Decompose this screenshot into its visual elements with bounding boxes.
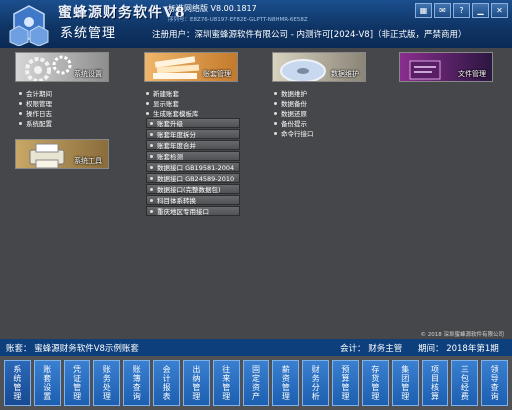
disc-icon [280, 59, 326, 81]
bullet-icon [150, 198, 153, 202]
menu-item[interactable]: 权限管理 [19, 98, 52, 108]
bullet-icon [19, 91, 22, 95]
bullet-icon [19, 121, 22, 125]
menu-item[interactable]: 账套年度拆分 [146, 129, 240, 139]
bullet-icon [150, 209, 153, 213]
nav-inventory-management[interactable]: 存货管理 [361, 360, 389, 406]
menu-item[interactable]: 数据接口 GB19581-2004 [146, 162, 240, 172]
nav-receivables-management[interactable]: 往来管理 [212, 360, 240, 406]
module-card-data-maintenance[interactable]: 数据维护 [272, 52, 366, 82]
nav-budget-management[interactable]: 预算管理 [332, 360, 359, 406]
period-status: 期间： 2018年第1期 [418, 344, 499, 354]
bullet-icon [146, 111, 149, 115]
menu-item[interactable]: 数据备份 [274, 98, 314, 108]
bullet-icon [19, 101, 22, 105]
module-card-system-tools[interactable]: 系统工具 [15, 139, 109, 169]
menu-item[interactable]: 数据接口 GB24589-2010 [146, 173, 240, 183]
bullet-icon [150, 143, 153, 147]
menu-item[interactable]: 会计期间 [19, 88, 52, 98]
nav-voucher-management[interactable]: 凭证管理 [63, 360, 91, 406]
bullet-icon [19, 111, 22, 115]
header: 蜜蜂源财务软件V8 系统管理 标准网络版 V8.00.1817 序列号：E8Z7… [0, 0, 512, 48]
menu-item[interactable]: 生成账套模板库 [146, 108, 240, 118]
nav-group-management[interactable]: 集团管理 [391, 360, 419, 406]
nav-system-management[interactable]: 系统管理 [4, 360, 31, 406]
menu-item[interactable]: 账套年度合并 [146, 140, 240, 150]
serial-number: 序列号：E8Z76-U8197-EF82E-GLPTT-N8HMR-6E58Z [168, 17, 308, 23]
menu-item[interactable]: 账套检测 [146, 151, 240, 161]
bullet-icon [274, 111, 277, 115]
bullet-icon [150, 132, 153, 136]
menu-item[interactable]: 命令行接口 [274, 128, 314, 138]
accountant-status: 会计： 财务主管 [340, 344, 403, 354]
bullet-icon [274, 131, 277, 135]
copyright-text: © 2018 深圳蜜蜂源软件有限公司 [420, 332, 505, 338]
nav-accounting-processing[interactable]: 账务处理 [93, 360, 121, 406]
menu-item[interactable]: 数据接口(完整数据包) [146, 184, 240, 194]
window-controls: ▦ ✉ ? ▁ ✕ [415, 3, 508, 18]
nav-account-setup[interactable]: 账套设置 [33, 360, 61, 406]
menu-item[interactable]: 操作日志 [19, 108, 52, 118]
bullet-icon [274, 91, 277, 95]
module-label: 文件管理 [458, 70, 486, 78]
module-label: 数据维护 [331, 70, 359, 78]
nav-fixed-assets[interactable]: 固定资产 [242, 360, 270, 406]
menu-item[interactable]: 备份提示 [274, 118, 314, 128]
module-title: 系统管理 [60, 26, 117, 41]
nav-ledger-query[interactable]: 账簿查询 [123, 360, 151, 406]
module-card-system-settings[interactable]: 系统设置 [15, 52, 109, 82]
module-label: 系统工具 [74, 157, 102, 165]
nav-leader-query[interactable]: 领导查询 [481, 360, 509, 406]
menu-item[interactable]: 重庆地区专用接口 [146, 206, 240, 216]
module-card-account-set[interactable]: 账套管理 [144, 52, 238, 82]
close-icon[interactable]: ✕ [491, 3, 508, 18]
printer-icon [29, 143, 65, 168]
documents-icon [153, 56, 200, 79]
menu-item[interactable]: 科目体系转换 [146, 195, 240, 205]
bullet-icon [146, 91, 149, 95]
bullet-icon [150, 121, 153, 125]
grid-icon[interactable]: ▦ [415, 3, 432, 18]
bullet-icon [150, 154, 153, 158]
bullet-icon [146, 101, 149, 105]
menu-item[interactable]: 显示账套 [146, 98, 240, 108]
minimize-icon[interactable]: ▁ [472, 3, 489, 18]
account-set-status: 账套： 蜜蜂源财务软件V8示例账套 [6, 344, 139, 354]
bottom-nav: 系统管理 账套设置 凭证管理 账务处理 账簿查询 会计报表 出纳管理 往来管理 … [0, 356, 512, 410]
module-label: 系统设置 [74, 70, 102, 78]
nav-financial-reports[interactable]: 会计报表 [153, 360, 180, 406]
nav-three-guarantee-funds[interactable]: 三包经费 [451, 360, 479, 406]
menu-system-settings: 会计期间 权限管理 操作日志 系统配置 [19, 88, 52, 128]
nav-payroll-management[interactable]: 薪资管理 [272, 360, 300, 406]
menu-item[interactable]: 数据维护 [274, 88, 314, 98]
menu-item[interactable]: 系统配置 [19, 118, 52, 128]
menu-account-set: 新建账套 显示账套 生成账套模板库 账套升级 账套年度拆分 账套年度合并 账套检… [146, 88, 240, 217]
gears-icon [25, 55, 72, 81]
app-brand: 蜜蜂源财务软件V8 [58, 5, 186, 21]
bullet-icon [274, 101, 277, 105]
help-icon[interactable]: ? [453, 3, 470, 18]
file-icon [409, 60, 441, 80]
menu-item[interactable]: 新建账套 [146, 88, 240, 98]
nav-cashier-management[interactable]: 出纳管理 [182, 360, 210, 406]
bullet-icon [150, 165, 153, 169]
status-bar: 账套： 蜜蜂源财务软件V8示例账套 会计： 财务主管 期间： 2018年第1期 [0, 339, 512, 356]
bullet-icon [150, 176, 153, 180]
module-card-file-management[interactable]: 文件管理 [399, 52, 493, 82]
app-logo-icon [9, 5, 49, 46]
registered-user: 注册用户：深圳蜜蜂源软件有限公司 - 内测许可[2024-V8]（非正式版，严禁… [152, 30, 467, 40]
version-label: 标准网络版 V8.00.1817 [168, 4, 257, 13]
nav-project-accounting[interactable]: 项目核算 [421, 360, 449, 406]
menu-item[interactable]: 账套升级 [146, 118, 240, 128]
bullet-icon [274, 121, 277, 125]
nav-financial-analysis[interactable]: 财务分析 [302, 360, 330, 406]
menu-data-maintenance: 数据维护 数据备份 数据还原 备份提示 命令行接口 [274, 88, 314, 138]
module-label: 账套管理 [203, 70, 231, 78]
menu-item[interactable]: 数据还原 [274, 108, 314, 118]
bullet-icon [150, 187, 153, 191]
mail-icon[interactable]: ✉ [434, 3, 451, 18]
